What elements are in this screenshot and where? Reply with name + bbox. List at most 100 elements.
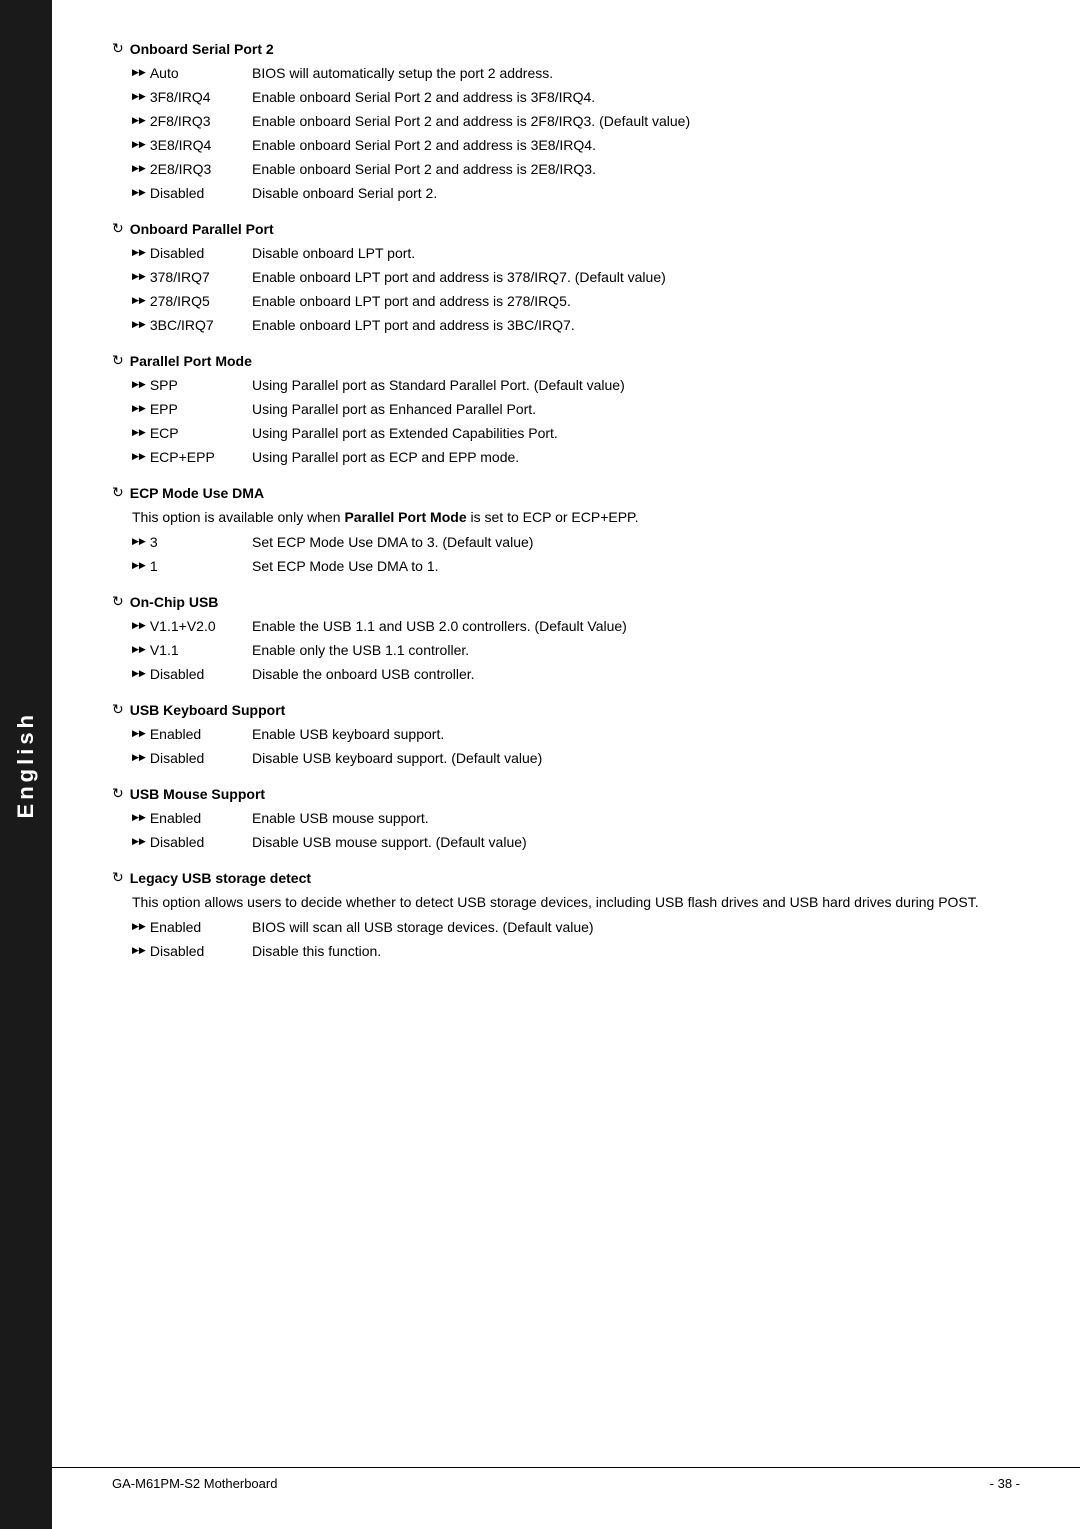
item-key: V1.1+V2.0: [132, 616, 252, 637]
item-row: 1 Set ECP Mode Use DMA to 1.: [132, 556, 1020, 577]
item-list-usb-keyboard-support: Enabled Enable USB keyboard support. Dis…: [132, 724, 1020, 769]
item-row: 378/IRQ7 Enable onboard LPT port and add…: [132, 267, 1020, 288]
item-key: 378/IRQ7: [132, 267, 252, 288]
section-title-parallel-port-mode: Parallel Port Mode: [112, 352, 1020, 369]
item-row: Enabled Enable USB keyboard support.: [132, 724, 1020, 745]
item-row: Disabled Disable the onboard USB control…: [132, 664, 1020, 685]
ecp-note-bold: Parallel Port Mode: [344, 509, 466, 525]
section-onboard-parallel-port: Onboard Parallel Port Disabled Disable o…: [112, 220, 1020, 336]
ecp-note: This option is available only when Paral…: [132, 507, 1020, 528]
item-key: Disabled: [132, 748, 252, 769]
section-title-legacy-usb-storage-detect: Legacy USB storage detect: [112, 869, 1020, 886]
item-row: 3 Set ECP Mode Use DMA to 3. (Default va…: [132, 532, 1020, 553]
footer-left: GA-M61PM-S2 Motherboard: [112, 1476, 277, 1491]
section-title-onboard-serial-port-2: Onboard Serial Port 2: [112, 40, 1020, 57]
item-row: ECP Using Parallel port as Extended Capa…: [132, 423, 1020, 444]
item-list-usb-mouse-support: Enabled Enable USB mouse support. Disabl…: [132, 808, 1020, 853]
item-value: Enable USB mouse support.: [252, 808, 1020, 829]
section-title-ecp-mode-use-dma: ECP Mode Use DMA: [112, 484, 1020, 501]
item-list-legacy-usb-storage-detect: Enabled BIOS will scan all USB storage d…: [132, 917, 1020, 962]
item-value: Enable onboard Serial Port 2 and address…: [252, 87, 1020, 108]
item-key: SPP: [132, 375, 252, 396]
item-key: V1.1: [132, 640, 252, 661]
section-on-chip-usb: On-Chip USB V1.1+V2.0 Enable the USB 1.1…: [112, 593, 1020, 685]
item-list-ecp-mode-use-dma: 3 Set ECP Mode Use DMA to 3. (Default va…: [132, 532, 1020, 577]
item-value: Disable USB mouse support. (Default valu…: [252, 832, 1020, 853]
item-row: 3F8/IRQ4 Enable onboard Serial Port 2 an…: [132, 87, 1020, 108]
item-row: Disabled Disable onboard Serial port 2.: [132, 183, 1020, 204]
item-key: EPP: [132, 399, 252, 420]
item-key: 278/IRQ5: [132, 291, 252, 312]
item-value: Enable onboard Serial Port 2 and address…: [252, 159, 1020, 180]
item-row: V1.1 Enable only the USB 1.1 controller.: [132, 640, 1020, 661]
item-row: 3BC/IRQ7 Enable onboard LPT port and add…: [132, 315, 1020, 336]
item-value: BIOS will automatically setup the port 2…: [252, 63, 1020, 84]
item-list-onboard-serial-port-2: Auto BIOS will automatically setup the p…: [132, 63, 1020, 204]
item-row: Auto BIOS will automatically setup the p…: [132, 63, 1020, 84]
item-key: 3BC/IRQ7: [132, 315, 252, 336]
section-title-usb-mouse-support: USB Mouse Support: [112, 785, 1020, 802]
item-value: Using Parallel port as ECP and EPP mode.: [252, 447, 1020, 468]
item-row: SPP Using Parallel port as Standard Para…: [132, 375, 1020, 396]
item-value: Enable USB keyboard support.: [252, 724, 1020, 745]
item-value: Using Parallel port as Extended Capabili…: [252, 423, 1020, 444]
item-row: Enabled Enable USB mouse support.: [132, 808, 1020, 829]
item-key: Enabled: [132, 724, 252, 745]
item-value: Using Parallel port as Standard Parallel…: [252, 375, 1020, 396]
item-row: 2E8/IRQ3 Enable onboard Serial Port 2 an…: [132, 159, 1020, 180]
item-value: Disable onboard Serial port 2.: [252, 183, 1020, 204]
item-list-onboard-parallel-port: Disabled Disable onboard LPT port. 378/I…: [132, 243, 1020, 336]
item-value: Enable onboard Serial Port 2 and address…: [252, 111, 1020, 132]
item-key: ECP+EPP: [132, 447, 252, 468]
item-value: Disable USB keyboard support. (Default v…: [252, 748, 1020, 769]
item-row: Disabled Disable USB keyboard support. (…: [132, 748, 1020, 769]
item-value: Enable onboard LPT port and address is 2…: [252, 291, 1020, 312]
item-value: Disable the onboard USB controller.: [252, 664, 1020, 685]
item-key: Enabled: [132, 917, 252, 938]
item-row: Enabled BIOS will scan all USB storage d…: [132, 917, 1020, 938]
item-row: Disabled Disable USB mouse support. (Def…: [132, 832, 1020, 853]
item-value: Enable onboard LPT port and address is 3…: [252, 267, 1020, 288]
item-key: 3F8/IRQ4: [132, 87, 252, 108]
item-row: 278/IRQ5 Enable onboard LPT port and add…: [132, 291, 1020, 312]
item-value: Disable this function.: [252, 941, 1020, 962]
section-title-usb-keyboard-support: USB Keyboard Support: [112, 701, 1020, 718]
item-row: Disabled Disable onboard LPT port.: [132, 243, 1020, 264]
item-key: 1: [132, 556, 252, 577]
item-list-on-chip-usb: V1.1+V2.0 Enable the USB 1.1 and USB 2.0…: [132, 616, 1020, 685]
section-legacy-usb-storage-detect: Legacy USB storage detect This option al…: [112, 869, 1020, 962]
section-usb-keyboard-support: USB Keyboard Support Enabled Enable USB …: [112, 701, 1020, 769]
sidebar: English: [0, 0, 52, 1529]
item-row: 2F8/IRQ3 Enable onboard Serial Port 2 an…: [132, 111, 1020, 132]
item-key: Disabled: [132, 941, 252, 962]
item-key: 2F8/IRQ3: [132, 111, 252, 132]
section-parallel-port-mode: Parallel Port Mode SPP Using Parallel po…: [112, 352, 1020, 468]
item-list-parallel-port-mode: SPP Using Parallel port as Standard Para…: [132, 375, 1020, 468]
item-value: BIOS will scan all USB storage devices. …: [252, 917, 1020, 938]
item-row: EPP Using Parallel port as Enhanced Para…: [132, 399, 1020, 420]
section-onboard-serial-port-2: Onboard Serial Port 2 Auto BIOS will aut…: [112, 40, 1020, 204]
sidebar-label: English: [13, 711, 39, 818]
item-value: Enable only the USB 1.1 controller.: [252, 640, 1020, 661]
item-key: Auto: [132, 63, 252, 84]
item-key: Disabled: [132, 832, 252, 853]
item-value: Enable onboard Serial Port 2 and address…: [252, 135, 1020, 156]
main-content: Onboard Serial Port 2 Auto BIOS will aut…: [52, 0, 1080, 1038]
item-key: Disabled: [132, 183, 252, 204]
item-row: ECP+EPP Using Parallel port as ECP and E…: [132, 447, 1020, 468]
item-key: ECP: [132, 423, 252, 444]
item-key: 3E8/IRQ4: [132, 135, 252, 156]
item-key: 2E8/IRQ3: [132, 159, 252, 180]
item-key: Disabled: [132, 664, 252, 685]
item-value: Enable onboard LPT port and address is 3…: [252, 315, 1020, 336]
footer-right: - 38 -: [990, 1476, 1020, 1491]
item-value: Enable the USB 1.1 and USB 2.0 controlle…: [252, 616, 1020, 637]
item-key: Disabled: [132, 243, 252, 264]
section-title-onboard-parallel-port: Onboard Parallel Port: [112, 220, 1020, 237]
item-row: Disabled Disable this function.: [132, 941, 1020, 962]
item-row: V1.1+V2.0 Enable the USB 1.1 and USB 2.0…: [132, 616, 1020, 637]
section-usb-mouse-support: USB Mouse Support Enabled Enable USB mou…: [112, 785, 1020, 853]
item-value: Set ECP Mode Use DMA to 3. (Default valu…: [252, 532, 1020, 553]
item-key: Enabled: [132, 808, 252, 829]
item-value: Disable onboard LPT port.: [252, 243, 1020, 264]
